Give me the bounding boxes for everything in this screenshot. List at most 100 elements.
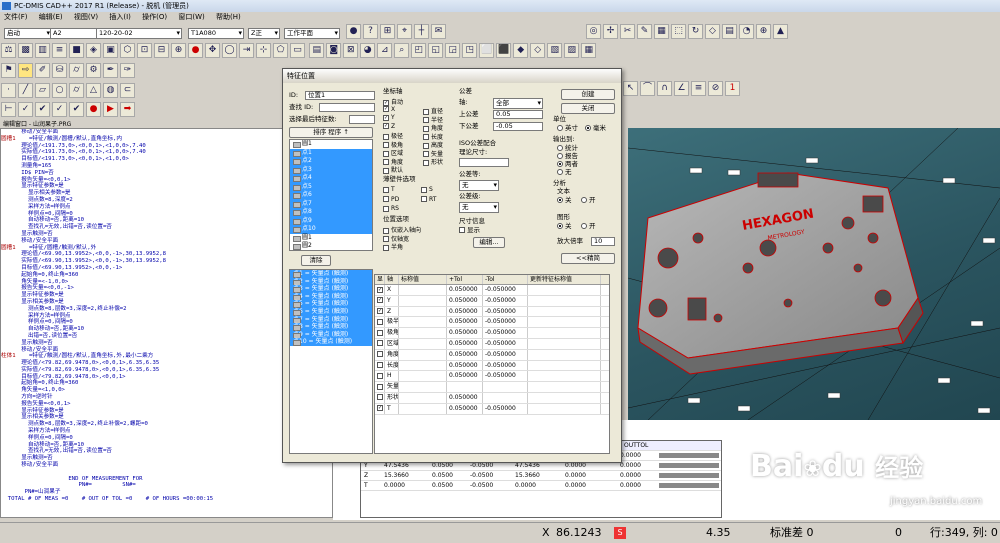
cube3-icon[interactable]: ⬛ [496, 43, 512, 58]
lower-tol-input[interactable]: -0.05 [493, 122, 543, 131]
curve-icon[interactable]: ∩ [657, 81, 672, 96]
feature-list-item[interactable]: 点10 [290, 225, 372, 234]
sphere-icon[interactable]: ● [346, 24, 361, 39]
feature-list-item[interactable]: 点5 [290, 182, 372, 191]
list-icon[interactable]: ≡ [52, 43, 67, 58]
check2-icon[interactable]: ✔ [35, 102, 50, 117]
rotate-icon[interactable]: ↻ [688, 24, 703, 39]
axis-combo[interactable]: 全部 [493, 98, 543, 109]
tolerance-row-check[interactable] [375, 382, 385, 392]
feature-list-item[interactable]: 点9 [290, 216, 372, 225]
tolerance-row-plus[interactable]: 0.050000 [447, 360, 483, 371]
tolerance-row-update[interactable] [528, 403, 601, 414]
tolerance-row-plus[interactable]: 0.050000 [447, 328, 483, 338]
tolerance-row-check[interactable] [375, 371, 385, 382]
id-input[interactable]: 位置1 [305, 91, 375, 100]
plane-combo[interactable]: 工作平面 [284, 28, 340, 39]
lock-icon[interactable]: ⊠ [343, 43, 359, 58]
text-on-radio[interactable]: 开 [581, 196, 596, 205]
cone-icon[interactable]: △ [86, 83, 101, 98]
iso-size-input[interactable] [459, 158, 509, 167]
tolerance-row-nominal[interactable] [399, 371, 447, 382]
ime-icon[interactable]: S [614, 527, 626, 539]
tolerance-row-check[interactable] [375, 338, 385, 349]
tolerance-row[interactable]: ✓ Z 0.050000 -0.050000 [375, 306, 609, 318]
axis-checkbox-极角[interactable]: 极角 [383, 140, 428, 149]
tolerance-row-plus[interactable]: 0.050000 [447, 392, 483, 403]
menu-operation[interactable]: 操作(O) [142, 13, 167, 21]
cad-icon[interactable]: ▣ [103, 43, 118, 58]
tolerance-row-check[interactable] [375, 360, 385, 371]
tolerance-row-update[interactable] [528, 328, 601, 338]
selected-feature-item[interactable]: 点3 = 矢量点 (触测) [290, 285, 372, 293]
view-combo[interactable]: Z正 [248, 28, 280, 39]
cube5-icon[interactable]: ◇ [530, 43, 546, 58]
comment-icon[interactable]: ✉ [431, 24, 446, 39]
tolerance-row[interactable]: 极角 0.050000 -0.050000 [375, 328, 609, 339]
tolerance-row-minus[interactable]: -0.050000 [483, 328, 528, 338]
tolerance-row-nominal[interactable] [399, 403, 447, 414]
joint-icon[interactable]: ⚙ [86, 63, 101, 78]
graph-off-radio[interactable]: 关 [557, 222, 572, 231]
axis-checkbox-角度[interactable]: 角度 [383, 157, 428, 166]
feature-list-item[interactable]: 点1 [290, 148, 372, 157]
selected-feature-item[interactable]: 点1 = 矢量点 (触测) [290, 270, 372, 278]
tolerance-row-check[interactable] [375, 392, 385, 403]
show-checkbox[interactable]: 显示 [459, 226, 480, 235]
menu-edit[interactable]: 编辑(E) [39, 13, 63, 21]
tolerance-row[interactable]: 极半径 0.050000-0.050000 [375, 317, 609, 329]
feature-list-item[interactable]: 点8 [290, 208, 372, 217]
thin-option-T[interactable]: T [383, 186, 421, 195]
graph-icon[interactable]: ◕ [360, 43, 376, 58]
axis-option-直径[interactable]: 直径 [423, 106, 463, 115]
tolerance-row-update[interactable] [528, 285, 601, 295]
probe-icon[interactable]: ⌖ [397, 24, 412, 39]
tolerance-row-minus[interactable] [483, 392, 528, 403]
out-none-radio[interactable]: 无 [557, 168, 572, 177]
cube6-icon[interactable]: ▧ [547, 43, 563, 58]
target-icon[interactable]: ⊕ [756, 24, 771, 39]
axis-checkbox-Z[interactable]: ✓ Z [383, 123, 428, 132]
graph-on-radio[interactable]: 开 [581, 222, 596, 231]
unit-mm-radio[interactable]: 毫米 [585, 124, 606, 133]
axis-checkbox-默认[interactable]: 默认 [383, 165, 428, 174]
axis-option-高度[interactable]: 高度 [423, 140, 463, 149]
angle-icon[interactable]: ∠ [674, 81, 689, 96]
position-option[interactable]: 仅嵌入轴向 [383, 225, 453, 234]
axis-option-角度[interactable]: 角度 [423, 123, 463, 132]
feature-icon[interactable]: ⬠ [273, 43, 288, 58]
shape-icon[interactable]: ▲ [773, 24, 788, 39]
axis-option-形状[interactable]: 形状 [423, 157, 463, 166]
tolerance-row-minus[interactable] [483, 382, 528, 392]
axis-option-半径[interactable]: 半径 [423, 115, 463, 124]
axis-checkbox-X[interactable]: ✓ X [383, 106, 428, 115]
tolerance-row[interactable]: 矢量 [375, 382, 609, 393]
tolerance-row-update[interactable] [528, 360, 601, 371]
check1-icon[interactable]: ✓ [18, 102, 33, 117]
find-id-input[interactable] [319, 103, 375, 112]
pipe-icon[interactable]: ⌭ [69, 63, 84, 78]
axis-checkbox-极径[interactable]: 极径 [383, 131, 428, 140]
position-option[interactable]: 仅轴宽 [383, 234, 453, 243]
tolerance-row-check[interactable] [375, 349, 385, 360]
slot-icon[interactable]: ⊂ [120, 83, 135, 98]
upper-tol-input[interactable]: 0.05 [493, 110, 543, 119]
cube8-icon[interactable]: ▦ [581, 43, 597, 58]
cube-icon[interactable]: ◇ [705, 24, 720, 39]
text-off-radio[interactable]: 关 [557, 196, 572, 205]
editor-line[interactable]: PN#=山润果子 [1, 489, 332, 496]
axis-option-矢量[interactable]: 矢量 [423, 149, 463, 158]
tolerance-row-check[interactable] [375, 328, 385, 338]
tolerance-row-minus[interactable]: -0.050000 [483, 403, 528, 414]
tolerance-row[interactable]: ✓ X 0.050000 -0.050000 [375, 285, 609, 296]
feature-list-item[interactable]: 点6 [290, 191, 372, 200]
tolerance-row-nominal[interactable] [399, 328, 447, 338]
tolerance-row-check[interactable] [375, 317, 385, 328]
move-icon[interactable]: ✢ [603, 24, 618, 39]
unit-inch-radio[interactable]: 英寸 [557, 124, 578, 133]
tolerance-row-nominal[interactable] [399, 392, 447, 403]
magnify-input[interactable]: 10 [591, 237, 615, 246]
axis-option-长度[interactable]: 长度 [423, 132, 463, 141]
table-icon[interactable]: ▥ [35, 43, 50, 58]
box4-icon[interactable]: ◳ [462, 43, 478, 58]
